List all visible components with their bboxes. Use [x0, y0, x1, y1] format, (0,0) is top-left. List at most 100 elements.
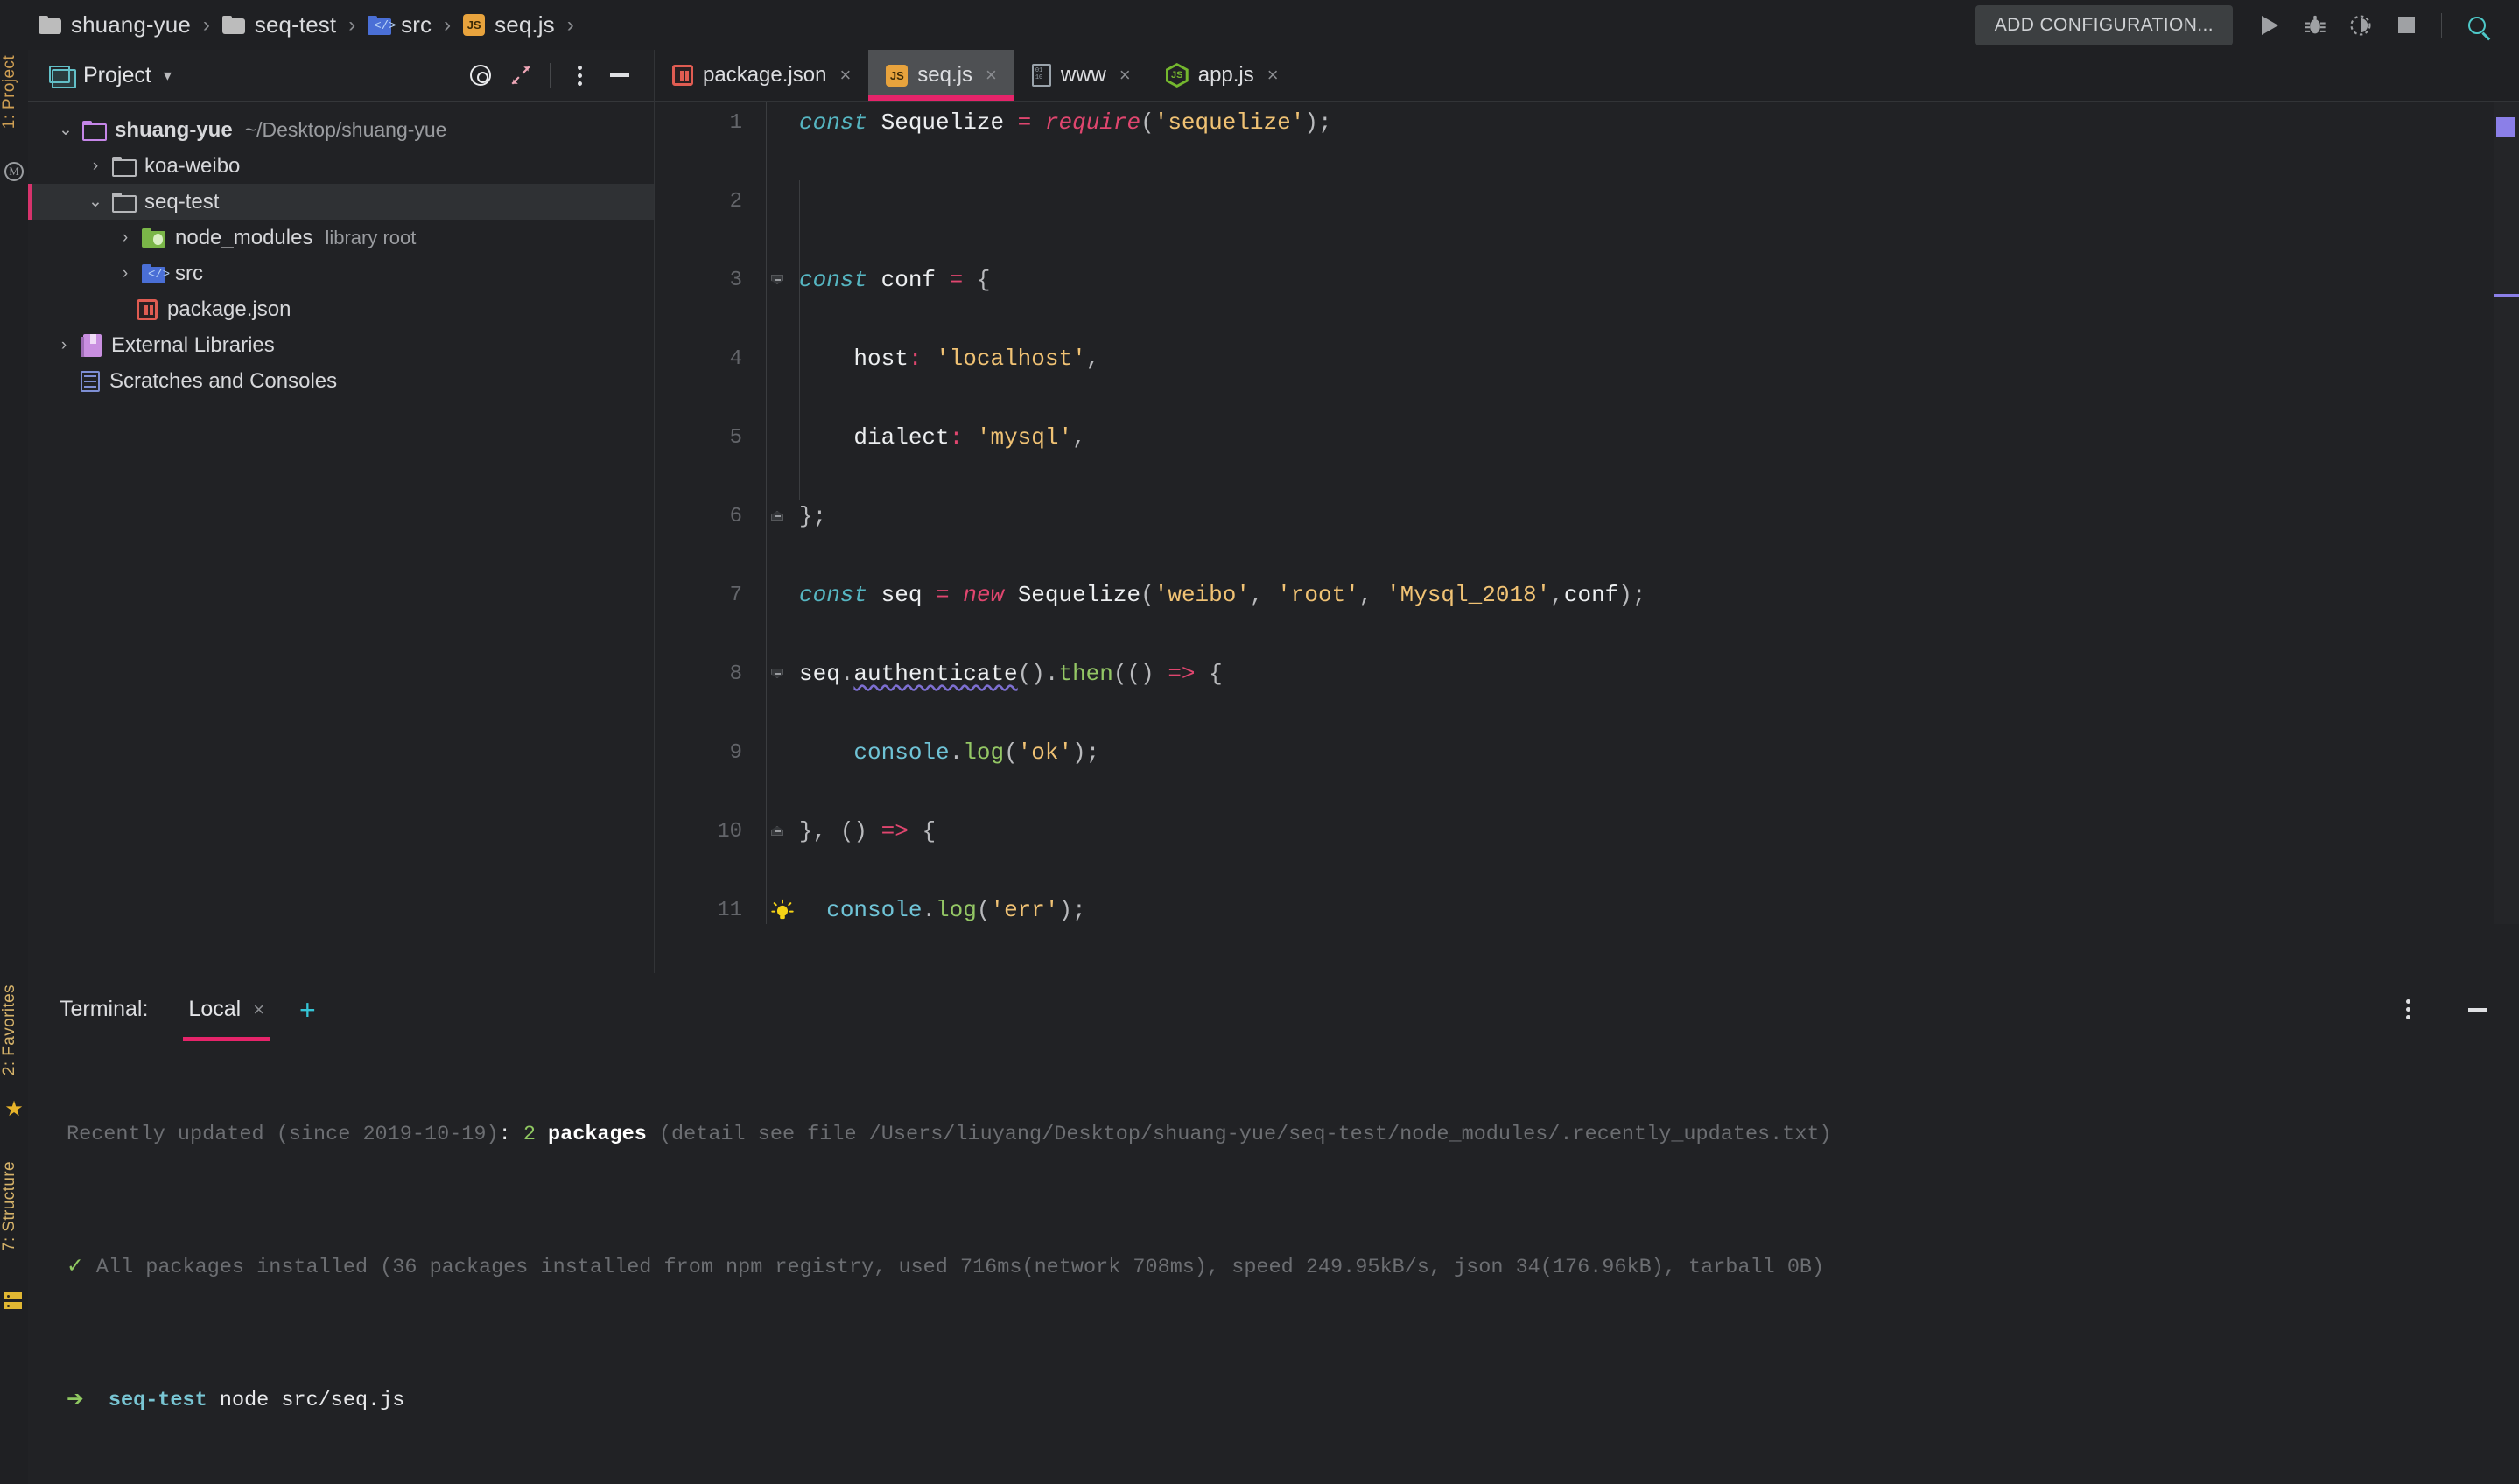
chevron-right-icon[interactable]: ›: [84, 157, 107, 176]
stop-icon[interactable]: [2383, 3, 2429, 48]
breadcrumb-item-seq-js[interactable]: seq.js: [463, 11, 555, 38]
fold-marker-icon[interactable]: [769, 666, 785, 682]
coverage-icon[interactable]: [2338, 3, 2383, 48]
chevron-right-icon[interactable]: ›: [114, 228, 137, 248]
close-icon[interactable]: ×: [1267, 64, 1279, 87]
maven-icon[interactable]: [4, 162, 24, 181]
chevron-right-icon[interactable]: ›: [114, 264, 137, 284]
project-panel-header: Project ▾: [28, 50, 654, 101]
breadcrumb: shuang-yue › seq-test › </> src › seq.js…: [0, 11, 586, 38]
collapse-all-icon[interactable]: [501, 55, 541, 95]
add-configuration-button[interactable]: ADD CONFIGURATION...: [1975, 4, 2233, 46]
editor-scrollbar[interactable]: [2494, 102, 2519, 924]
terminal-tab-local[interactable]: Local ×: [183, 977, 270, 1041]
close-icon[interactable]: ×: [839, 64, 851, 87]
tree-item-label: External Libraries: [111, 332, 275, 357]
sidebar-item-favorites[interactable]: 2: Favorites: [0, 984, 28, 1075]
breadcrumb-label: src: [401, 11, 432, 38]
tab-label: www: [1060, 63, 1106, 87]
left-tool-stripe: 1: Project 2: Favorites ★ 7: Structure: [0, 50, 28, 1484]
code-text: console.log('err');: [826, 897, 1086, 923]
code-line-7: 7 const seq = new Sequelize('weibo', 'ro…: [655, 576, 2519, 615]
code-line-4: 4 host: 'localhost',: [655, 340, 2519, 379]
run-icon[interactable]: [2247, 3, 2292, 48]
breadcrumb-label: seq-test: [254, 11, 337, 38]
toolbar-divider: [2441, 12, 2442, 38]
line-number: 5: [729, 426, 742, 450]
code-line-6: 6 };: [655, 497, 2519, 536]
js-file-icon: [463, 14, 486, 36]
tab-seq-js[interactable]: seq.js ×: [868, 50, 1014, 101]
sidebar-item-project[interactable]: 1: Project: [0, 55, 28, 129]
more-options-icon[interactable]: [559, 55, 600, 95]
code-text: }, () => {: [799, 818, 937, 844]
tree-item-node-modules[interactable]: › node_modules library root: [28, 220, 654, 256]
close-icon[interactable]: ×: [253, 998, 264, 1021]
tab-label: app.js: [1197, 63, 1254, 87]
sidebar-item-structure[interactable]: 7: Structure: [0, 1161, 28, 1251]
ide-window: shuang-yue › seq-test › </> src › seq.js…: [0, 0, 2519, 1484]
folder-icon: [221, 16, 245, 34]
tree-item-src[interactable]: › </> src: [28, 256, 654, 291]
intention-bulb-icon[interactable]: [770, 898, 795, 922]
chevron-down-icon[interactable]: ⌄: [54, 120, 77, 140]
search-icon[interactable]: [2454, 3, 2500, 48]
close-icon[interactable]: ×: [986, 64, 997, 87]
fold-marker-icon[interactable]: [769, 272, 785, 288]
editor-area: package.json × seq.js × www × JS app.js …: [655, 50, 2519, 973]
code-line-8: 8 seq.authenticate().then(() => {: [655, 654, 2519, 694]
close-icon[interactable]: ×: [1119, 64, 1131, 87]
tree-item-seq-test[interactable]: ⌄ seq-test: [28, 184, 654, 220]
folder-outline-icon: [112, 192, 137, 213]
target-icon[interactable]: [460, 55, 501, 95]
js-file-icon: [886, 64, 909, 87]
terminal-output[interactable]: Recently updated (since 2019-10-19): 2 p…: [28, 1041, 2519, 1484]
code-text: host: 'localhost',: [853, 346, 1100, 372]
tree-item-label: src: [175, 261, 203, 285]
project-panel-tools: [460, 55, 640, 95]
tab-app-js[interactable]: JS app.js ×: [1148, 50, 1296, 101]
tree-item-label: seq-test: [144, 189, 220, 214]
folder-root-icon: [82, 121, 107, 141]
folder-outline-icon: [112, 157, 137, 177]
project-panel-title: Project: [83, 62, 151, 88]
breadcrumb-item-src[interactable]: </> src: [368, 11, 432, 38]
chevron-down-icon[interactable]: ▾: [164, 66, 172, 85]
chevron-right-icon[interactable]: ›: [53, 336, 75, 355]
terminal-panel: Terminal: Local × + Recently updated (si…: [28, 976, 2519, 1484]
breadcrumb-item-shuang-yue[interactable]: shuang-yue: [39, 11, 191, 38]
tab-label: seq.js: [917, 63, 972, 87]
hide-panel-icon[interactable]: [600, 55, 640, 95]
terminal-line: Recently updated (since 2019-10-19): 2 p…: [67, 1123, 1832, 1146]
code-line-10: 10 }, () => {: [655, 812, 2519, 851]
tree-item-package-json[interactable]: package.json: [28, 291, 654, 327]
fold-marker-icon[interactable]: [769, 823, 785, 839]
code-text: };: [799, 503, 827, 529]
breadcrumb-item-seq-test[interactable]: seq-test: [221, 11, 337, 38]
node-file-icon: JS: [1166, 63, 1189, 88]
tree-item-external-libraries[interactable]: › External Libraries: [28, 327, 654, 363]
tab-package-json[interactable]: package.json ×: [655, 50, 868, 101]
code-text: const Sequelize = require('sequelize');: [799, 109, 1332, 136]
fold-marker-icon[interactable]: [769, 508, 785, 524]
scrollbar-marker[interactable]: [2496, 117, 2515, 136]
bug-icon[interactable]: [2292, 3, 2338, 48]
breadcrumb-separator: ›: [566, 12, 574, 37]
tree-item-koa-weibo[interactable]: › koa-weibo: [28, 148, 654, 184]
tab-label: package.json: [703, 63, 827, 87]
project-folder-icon: [49, 65, 76, 88]
plus-icon[interactable]: +: [299, 996, 316, 1024]
chevron-down-icon[interactable]: ⌄: [84, 192, 107, 212]
tree-item-label: node_modules: [175, 225, 313, 249]
tree-item-scratches[interactable]: Scratches and Consoles: [28, 363, 654, 399]
npm-file-icon: [672, 65, 693, 86]
code-editor[interactable]: 1 const Sequelize = require('sequelize')…: [655, 102, 2519, 924]
tab-www[interactable]: www ×: [1014, 50, 1148, 101]
hide-panel-icon[interactable]: [2458, 990, 2498, 1030]
line-number: 4: [729, 347, 742, 371]
code-text: const seq = new Sequelize('weibo', 'root…: [799, 582, 1646, 608]
line-number: 11: [717, 899, 742, 922]
tree-item-shuang-yue[interactable]: ⌄ shuang-yue ~/Desktop/shuang-yue: [28, 112, 654, 148]
more-options-icon[interactable]: [2388, 990, 2428, 1030]
tree-item-label: koa-weibo: [144, 153, 241, 178]
